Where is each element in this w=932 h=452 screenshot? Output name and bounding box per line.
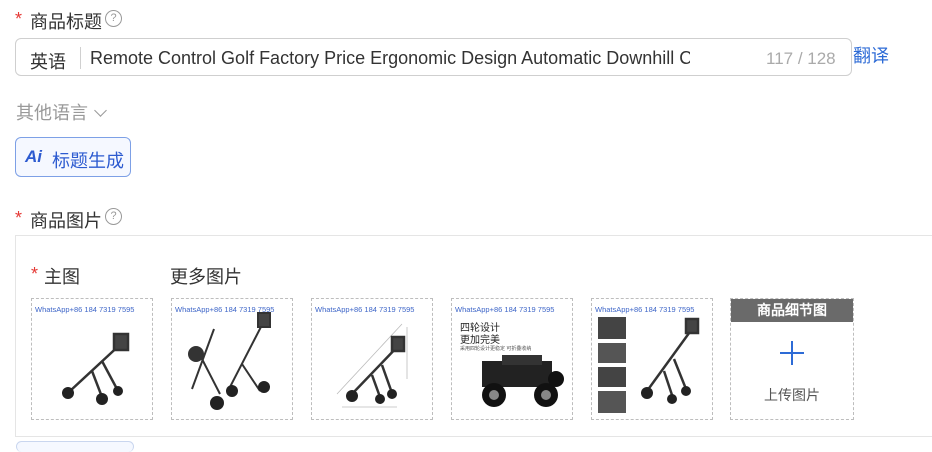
translate-link[interactable]: 翻译 xyxy=(853,42,889,68)
char-counter: 117 / 128 xyxy=(766,49,836,68)
golf-cart-image xyxy=(188,312,271,410)
chevron-down-icon xyxy=(94,104,107,117)
ai-button-label: 标题生成 xyxy=(52,151,124,171)
other-languages-label: 其他语言 xyxy=(16,103,88,123)
gallery-thumb[interactable]: WhatsApp+86 184 7319 7595 四轮设计 更加完美 采用四轮… xyxy=(451,298,573,420)
golf-cart-image xyxy=(62,332,130,405)
image-field-label: 商品图片 xyxy=(30,211,102,231)
main-image-label: 主图 xyxy=(44,267,80,287)
upload-label: 上传图片 xyxy=(764,387,820,403)
required-mark: * xyxy=(15,208,23,228)
help-icon[interactable]: ? xyxy=(105,208,122,225)
more-images-label: 更多图片 xyxy=(170,267,242,287)
next-button-edge[interactable] xyxy=(16,441,134,452)
gallery-thumb[interactable]: WhatsApp+86 184 7319 7595 xyxy=(311,298,433,420)
ai-title-generate-button[interactable]: Ai 标题生成 xyxy=(15,137,131,177)
golf-cart-image xyxy=(336,323,408,408)
ai-icon: Ai xyxy=(25,147,42,166)
gallery-thumb[interactable]: WhatsApp+86 184 7319 7595 xyxy=(171,298,293,420)
title-text[interactable]: Remote Control Golf Factory Price Ergono… xyxy=(90,48,690,69)
upload-image-button[interactable]: 商品细节图 上传图片 xyxy=(730,298,854,420)
required-mark: * xyxy=(15,9,23,29)
help-icon[interactable]: ? xyxy=(105,10,122,27)
main-image-thumb[interactable]: WhatsApp+86 184 7319 7595 xyxy=(31,298,153,420)
golf-cart-image xyxy=(598,317,700,413)
language-selector[interactable]: 英语 xyxy=(30,48,66,74)
gallery-thumb[interactable]: WhatsApp+86 184 7319 7595 xyxy=(591,298,713,420)
title-field-label: 商品标题 xyxy=(30,12,102,32)
upload-card-header: 商品细节图 xyxy=(731,299,853,322)
title-input[interactable]: 英语 Remote Control Golf Factory Price Erg… xyxy=(15,38,852,76)
required-mark: * xyxy=(31,264,39,284)
other-languages-toggle[interactable]: 其他语言 xyxy=(16,99,107,125)
divider xyxy=(80,47,81,69)
golf-cart-image xyxy=(482,355,564,407)
plus-icon xyxy=(780,341,804,365)
